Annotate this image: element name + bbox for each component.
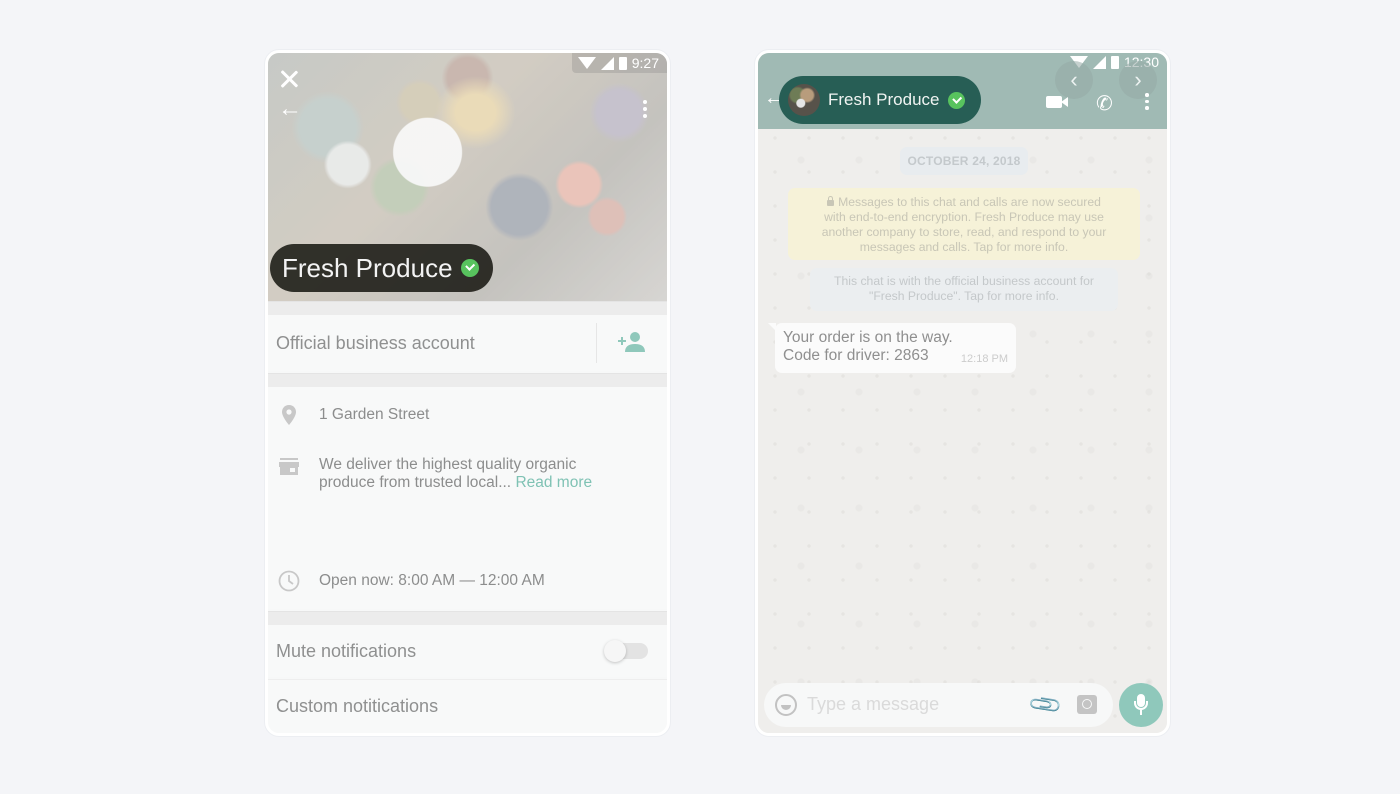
official-business-account-row[interactable]: Official business account: [268, 315, 667, 371]
mute-notifications-label: Mute notifications: [276, 640, 417, 661]
location-pin-icon: [282, 405, 296, 425]
camera-icon[interactable]: [1077, 695, 1097, 714]
message-input[interactable]: [807, 694, 1027, 715]
status-time: 9:27: [631, 55, 659, 71]
custom-notifications-label: Custom notitications: [276, 696, 439, 716]
cell-signal-icon: [1092, 55, 1106, 69]
verified-check-icon: [947, 91, 965, 109]
phone-call-icon[interactable]: ✆: [1096, 91, 1113, 116]
lock-icon: [827, 196, 835, 206]
description-item[interactable]: We deliver the highest quality organic p…: [268, 437, 667, 503]
video-call-icon[interactable]: [1046, 96, 1068, 108]
address-item[interactable]: 1 Garden Street: [268, 387, 667, 437]
toggle-knob: [604, 640, 626, 662]
battery-icon: [618, 56, 627, 70]
avatar[interactable]: [788, 84, 820, 116]
wifi-icon: [577, 57, 596, 69]
incoming-message-bubble[interactable]: Your order is on the way. Code for drive…: [768, 323, 1016, 373]
chat-contact-name: Fresh Produce: [828, 90, 940, 109]
business-info-list: 1 Garden Street We deliver the highest q…: [268, 387, 667, 641]
message-composer: 📎: [764, 683, 1113, 727]
more-vert-icon[interactable]: [643, 100, 647, 118]
chat-app-bar: 12:30 ← Fresh Produce ‹ › ✆: [758, 53, 1167, 129]
business-profile-screen: 9:27 ← Fresh Produce Official business a…: [265, 50, 670, 736]
previous-button[interactable]: ‹: [1055, 61, 1093, 99]
message-text: Code for driver: 2863: [783, 347, 929, 364]
battery-icon: [1110, 55, 1119, 69]
section-divider: [268, 301, 667, 315]
vertical-divider: [596, 323, 597, 363]
message-timestamp: 12:18 PM: [960, 353, 1008, 365]
section-divider: [268, 373, 667, 387]
add-contact-icon[interactable]: [616, 329, 646, 355]
back-arrow-icon[interactable]: ←: [278, 97, 302, 121]
address-text: 1 Garden Street: [319, 406, 430, 423]
voice-record-button[interactable]: [1119, 683, 1163, 727]
description-text: We deliver the highest quality organic p…: [319, 456, 593, 491]
attach-icon[interactable]: 📎: [1027, 686, 1065, 724]
profile-cover-photo: 9:27 ← Fresh Produce: [268, 53, 667, 301]
mute-notifications-toggle[interactable]: [604, 640, 648, 662]
read-more-link[interactable]: Read more: [515, 474, 592, 491]
custom-notifications-row[interactable]: Custom notitications: [268, 679, 667, 733]
mute-notifications-row[interactable]: Mute notifications: [268, 625, 667, 677]
date-chip: OCTOBER 24, 2018: [900, 147, 1028, 175]
storefront-icon: [279, 458, 299, 475]
next-button[interactable]: ›: [1119, 61, 1157, 99]
official-account-label: Official business account: [276, 332, 475, 353]
cell-signal-icon: [600, 56, 614, 70]
status-bar: 9:27: [571, 53, 667, 73]
emoji-icon[interactable]: [775, 694, 797, 716]
verified-check-icon: [460, 259, 479, 277]
encryption-notice[interactable]: Messages to this chat and calls are now …: [788, 188, 1140, 260]
business-name: Fresh Produce: [282, 252, 453, 283]
website-item[interactable]: freshproduceforall.com: [268, 553, 667, 641]
business-account-notice[interactable]: This chat is with the official business …: [810, 268, 1118, 311]
section-divider: [268, 611, 667, 625]
close-icon[interactable]: [278, 68, 300, 90]
message-text: Your order is on the way.: [783, 329, 953, 346]
chat-contact-header[interactable]: Fresh Produce: [779, 76, 981, 124]
business-name-pill: Fresh Produce: [270, 244, 493, 292]
more-vert-icon[interactable]: [1145, 93, 1149, 110]
chat-screen: 12:30 ← Fresh Produce ‹ › ✆ OCTOBER 24, …: [755, 50, 1170, 736]
hours-item[interactable]: Open now: 8:00 AM — 12:00 AM: [268, 503, 667, 592]
